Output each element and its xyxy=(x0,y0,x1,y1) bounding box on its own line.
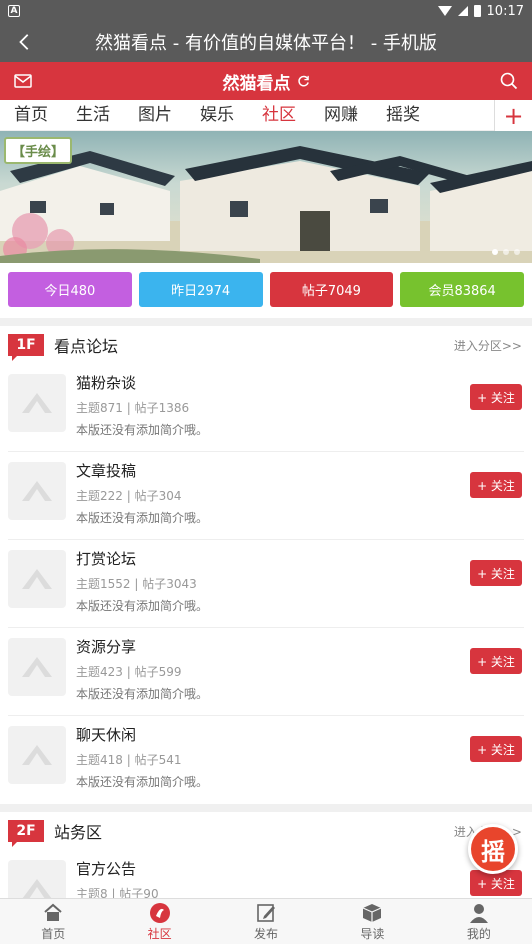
forum-item[interactable]: 猫粉杂谈 主题871 | 帖子1386 本版还没有添加简介哦。 + 关注 xyxy=(8,364,524,452)
tab-entertainment[interactable]: 娱乐 xyxy=(186,100,248,131)
follow-button[interactable]: + 关注 xyxy=(470,736,522,762)
bottom-nav-label: 我的 xyxy=(466,926,491,941)
forum-item[interactable]: 文章投稿 主题222 | 帖子304 本版还没有添加简介哦。 + 关注 xyxy=(8,452,524,540)
follow-button[interactable]: + 关注 xyxy=(470,472,522,498)
tab-community[interactable]: 社区 xyxy=(248,100,310,131)
bottom-nav-publish[interactable]: 发布 xyxy=(213,899,319,944)
brand-label: 然猫看点 xyxy=(222,73,291,94)
add-tab-button[interactable]: + xyxy=(494,100,532,131)
status-bar: A 10:17 xyxy=(0,0,532,22)
stat-today[interactable]: 今日480 xyxy=(8,272,132,307)
carousel-dot[interactable] xyxy=(503,249,509,255)
brand-title[interactable]: 然猫看点 xyxy=(223,69,310,94)
forum-item[interactable]: 资源分享 主题423 | 帖子599 本版还没有添加简介哦。 + 关注 xyxy=(8,628,524,716)
community-icon xyxy=(149,902,170,923)
title-bar: 然猫看点 - 有价值的自媒体平台！ - 手机版 xyxy=(0,22,532,62)
enter-section-link[interactable]: 进入分区>> xyxy=(454,337,522,354)
follow-button[interactable]: + 关注 xyxy=(470,870,522,896)
forum-name: 打赏论坛 xyxy=(76,550,137,568)
section-title: 站务区 xyxy=(54,823,103,842)
category-tabs: 首页 生活 图片 娱乐 社区 网赚 摇奖 + xyxy=(0,100,532,131)
forum-logo-icon xyxy=(8,726,66,784)
forum-name: 文章投稿 xyxy=(76,462,137,480)
forum-desc: 本版还没有添加简介哦。 xyxy=(76,687,209,701)
tab-earn[interactable]: 网赚 xyxy=(310,100,372,131)
shake-button[interactable]: 摇 xyxy=(468,824,518,874)
forum-meta: 主题871 | 帖子1386 xyxy=(76,401,190,415)
follow-button[interactable]: + 关注 xyxy=(470,648,522,674)
bottom-nav-guide[interactable]: 导读 xyxy=(319,899,425,944)
forum-name: 聊天休闲 xyxy=(76,726,137,744)
bottom-nav-label: 导读 xyxy=(360,926,385,941)
stats-row: 今日480 昨日2974 帖子7049 会员83864 xyxy=(0,263,532,318)
forum-desc: 本版还没有添加简介哦。 xyxy=(76,599,209,613)
forum-logo-icon xyxy=(8,550,66,608)
bottom-nav-label: 首页 xyxy=(41,926,66,941)
carousel-dots xyxy=(492,249,520,255)
follow-button[interactable]: + 关注 xyxy=(470,560,522,586)
home-icon xyxy=(44,903,62,921)
bottom-nav-label: 发布 xyxy=(254,926,279,941)
brand-bar: 然猫看点 xyxy=(0,62,532,100)
message-button[interactable] xyxy=(12,70,34,92)
stat-members[interactable]: 会员83864 xyxy=(400,272,524,307)
banner-carousel[interactable]: 【手绘】 xyxy=(0,131,532,263)
search-icon xyxy=(500,72,518,90)
page-title: 然猫看点 - 有价值的自媒体平台！ - 手机版 xyxy=(95,33,437,54)
forum-meta: 主题423 | 帖子599 xyxy=(76,665,182,679)
tab-lottery[interactable]: 摇奖 xyxy=(372,100,434,131)
forum-meta: 主题1552 | 帖子3043 xyxy=(76,577,197,591)
wifi-icon xyxy=(437,6,452,16)
floor-badge: 1F xyxy=(8,334,44,361)
follow-button[interactable]: + 关注 xyxy=(470,384,522,410)
forum-desc: 本版还没有添加简介哦。 xyxy=(76,511,209,525)
bottom-nav-mine[interactable]: 我的 xyxy=(426,899,532,944)
forum-meta: 主题222 | 帖子304 xyxy=(76,489,182,503)
banner-image xyxy=(0,146,532,263)
mail-icon xyxy=(14,74,32,88)
refresh-icon xyxy=(297,75,309,86)
box-icon xyxy=(363,903,382,922)
forum-name: 猫粉杂谈 xyxy=(76,374,137,392)
edit-icon xyxy=(257,903,276,922)
carousel-dot[interactable] xyxy=(514,249,520,255)
forum-logo-icon xyxy=(8,374,66,432)
floor-badge: 2F xyxy=(8,820,44,847)
bottom-nav-label: 社区 xyxy=(147,926,172,941)
notification-icon: A xyxy=(8,5,20,17)
bottom-nav-home[interactable]: 首页 xyxy=(0,899,106,944)
back-button[interactable] xyxy=(10,27,40,57)
plus-icon: + xyxy=(503,101,524,130)
forum-name: 资源分享 xyxy=(76,638,137,656)
user-icon xyxy=(469,903,488,923)
forum-logo-icon xyxy=(8,462,66,520)
section-header: 1F 看点论坛 进入分区>> xyxy=(8,326,524,364)
tab-home[interactable]: 首页 xyxy=(0,100,62,131)
section-title: 看点论坛 xyxy=(54,337,119,356)
search-button[interactable] xyxy=(498,70,520,92)
banner-stamp: 【手绘】 xyxy=(4,137,73,164)
bottom-nav: 首页 社区 发布 导读 我的 xyxy=(0,898,532,944)
stat-posts[interactable]: 帖子7049 xyxy=(269,272,394,307)
forum-item[interactable]: 聊天休闲 主题418 | 帖子541 本版还没有添加简介哦。 + 关注 xyxy=(8,716,524,804)
forum-item[interactable]: 打赏论坛 主题1552 | 帖子3043 本版还没有添加简介哦。 + 关注 xyxy=(8,540,524,628)
bottom-nav-community[interactable]: 社区 xyxy=(106,899,212,944)
tab-pictures[interactable]: 图片 xyxy=(124,100,186,131)
stat-yesterday[interactable]: 昨日2974 xyxy=(138,272,263,307)
forum-logo-icon xyxy=(8,638,66,696)
battery-icon xyxy=(473,5,481,17)
section-header: 2F 站务区 进入分区>> xyxy=(8,812,524,850)
forum-desc: 本版还没有添加简介哦。 xyxy=(76,423,209,437)
carousel-dot[interactable] xyxy=(492,249,498,255)
forum-name: 官方公告 xyxy=(76,860,137,878)
signal-icon xyxy=(457,6,468,16)
forum-desc: 本版还没有添加简介哦。 xyxy=(76,775,209,789)
status-time: 10:17 xyxy=(486,3,524,19)
tab-life[interactable]: 生活 xyxy=(62,100,124,131)
forum-section-1f: 1F 看点论坛 进入分区>> 猫粉杂谈 主题871 | 帖子1386 本版还没有… xyxy=(0,326,532,804)
forum-meta: 主题418 | 帖子541 xyxy=(76,753,182,767)
back-arrow-icon xyxy=(19,34,29,50)
